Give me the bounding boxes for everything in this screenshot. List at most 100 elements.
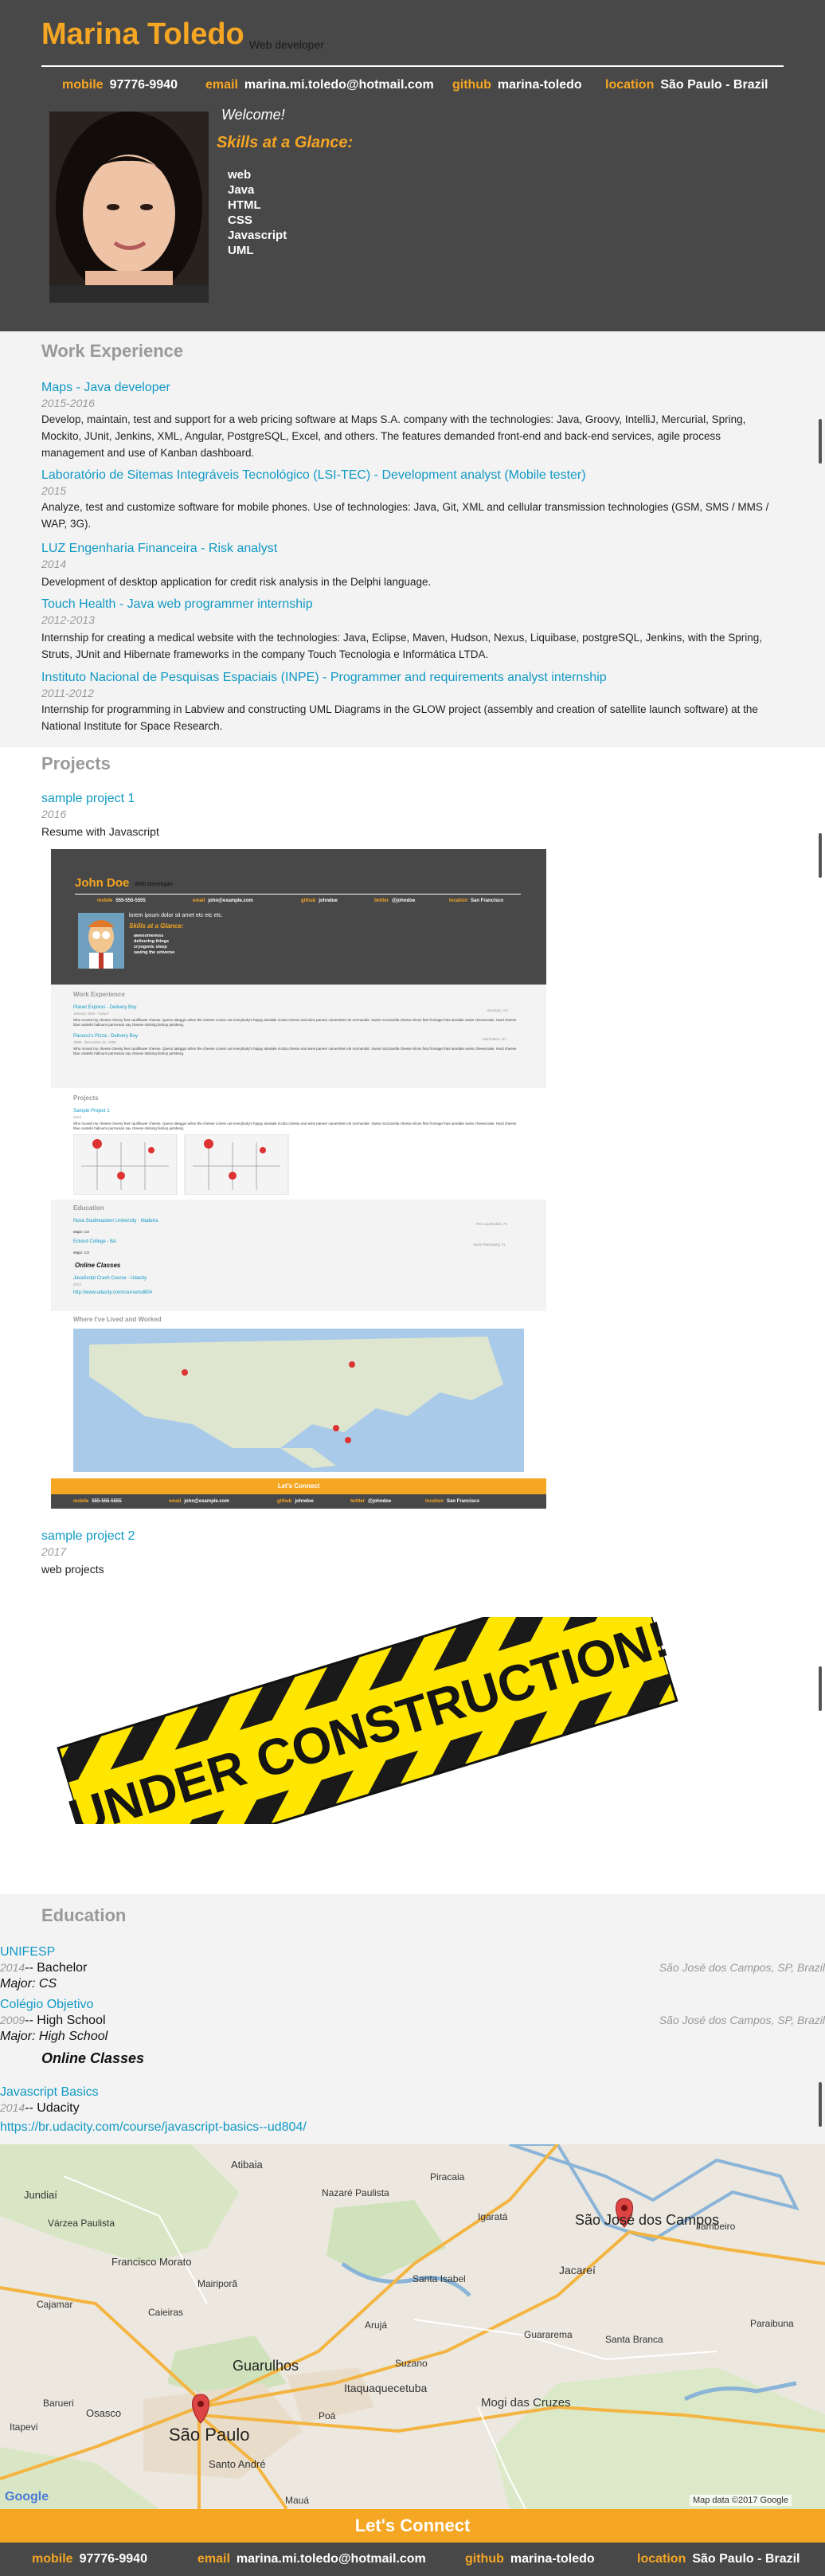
thumb-job-date: January 3000 - Future <box>73 1012 109 1016</box>
school-link[interactable]: UNIFESP <box>0 1945 55 1959</box>
skills-list: web Java HTML CSS Javascript UML <box>228 167 287 258</box>
thumb-role: Web Developer <box>135 882 174 887</box>
map-label-city: Itapevi <box>10 2421 38 2433</box>
lets-connect-bar: Let's Connect <box>0 2509 825 2543</box>
map-label-city: Santa Branca <box>605 2334 663 2345</box>
map-label-city: Atibaia <box>231 2159 263 2171</box>
lets-connect-title: Let's Connect <box>354 2515 471 2535</box>
thumb-text: Who moved my cheese cheesy feet cauliflo… <box>73 1018 517 1027</box>
work-experience-section: Work Experience Maps - Java developer 20… <box>0 331 825 747</box>
thumb-job: Panucci's Pizza - Delivery Boy <box>73 1034 138 1039</box>
skills-title: Skills at a Glance: <box>217 134 354 151</box>
map-label-city: Igaratá <box>478 2211 508 2222</box>
job-description: Internship for programming in Labview an… <box>41 703 758 732</box>
thumb-header: John Doe Web Developer mobile 555-555-555… <box>51 849 546 985</box>
section-title-work: Work Experience <box>41 341 184 361</box>
welcome-message: Welcome! <box>221 107 285 123</box>
github-value[interactable]: marina-toledo <box>498 78 582 92</box>
job-description: Development of desktop application for c… <box>41 576 432 588</box>
school-degree: 2014-- Bachelor <box>0 1961 87 1975</box>
thumb-school-loc: Saint Petersburg, FL <box>473 1243 506 1247</box>
job-description: Internship for creating a medical websit… <box>41 632 762 660</box>
skill-item: UML <box>228 244 254 257</box>
thumb-foot-contact: location San Francisco <box>425 1499 480 1504</box>
thumb-education: Education Nova Southeastern University -… <box>51 1200 546 1311</box>
map-label-city: Jacareí <box>559 2264 596 2277</box>
thumb-map-title: Where I've Lived and Worked <box>73 1316 162 1323</box>
school-location: São José dos Campos, SP, Brazil <box>659 1961 825 1974</box>
thumb-foot-contact: email john@example.com <box>169 1499 229 1504</box>
course-link[interactable]: Javascript Basics <box>0 2085 99 2100</box>
scroll-marker <box>819 833 822 878</box>
skill-item: web <box>228 168 252 182</box>
map-label-city: Paraibuna <box>750 2318 794 2329</box>
thumb-job-loc: Manhattan, NY <box>483 1037 507 1041</box>
thumb-text: Who moved my cheese cheesy feet cauliflo… <box>73 1122 517 1130</box>
google-logo: Google <box>5 2490 49 2504</box>
thumb-edu-title: Education <box>73 1204 104 1212</box>
job-description: Analyze, test and customize software for… <box>41 501 769 530</box>
location-value: São Paulo - Brazil <box>692 2552 800 2566</box>
owner-name: Marina Toledo <box>41 18 244 51</box>
map-label-city: Poá <box>319 2410 336 2421</box>
thumb-school: Eckerd College - BA <box>73 1239 117 1244</box>
job-date: 2011-2012 <box>41 687 94 699</box>
map-attribution[interactable]: Map data ©2017 Google <box>689 2495 792 2506</box>
job-title-link[interactable]: Maps - Java developer <box>41 381 170 395</box>
map-label-city: Mogi das Cruzes <box>481 2396 571 2410</box>
footer-contact-mobile: mobile 97776-9940 <box>32 2552 147 2566</box>
project-date: 2017 <box>41 1545 67 1558</box>
job-title-link[interactable]: Instituto Nacional de Pesquisas Espaciai… <box>41 671 607 685</box>
course-school: 2014-- Udacity <box>0 2101 80 2116</box>
thumb-project: Sample Project 1 <box>73 1109 110 1114</box>
map-label-sao-paulo: São Paulo <box>169 2425 250 2445</box>
thumb-avatar <box>78 913 124 969</box>
job-title-link[interactable]: Touch Health - Java web programmer inter… <box>41 597 313 612</box>
map-label-city: Piracaia <box>430 2171 465 2183</box>
thumb-map <box>73 1329 524 1472</box>
map-label-city: Barueri <box>43 2398 74 2409</box>
thumb-skill: delivering things <box>134 939 170 944</box>
education-section: Education UNIFESP São José dos Campos, S… <box>0 1894 825 2144</box>
thumb-job: Planet Express - Delivery Boy <box>73 1005 137 1010</box>
thumb-course: JavaScript Crash Course - Udacity <box>73 1276 147 1281</box>
job-description: Develop, maintain, test and support for … <box>41 413 746 459</box>
map-label-city: Cajamar <box>37 2299 73 2310</box>
map-label-city: Arujá <box>365 2320 388 2331</box>
map-label-city: Santo André <box>209 2458 266 2470</box>
project-title-link[interactable]: sample project 1 <box>41 792 135 806</box>
contact-mobile: mobile 97776-9940 <box>62 78 178 92</box>
map-label-city: Guararema <box>524 2329 573 2340</box>
school-link[interactable]: Colégio Objetivo <box>0 1998 93 2012</box>
job-title-link[interactable]: LUZ Engenharia Financeira - Risk analyst <box>41 542 277 556</box>
thumb-foot-contact: mobile 555-555-5555 <box>73 1499 122 1504</box>
skill-item: CSS <box>228 213 252 227</box>
thumb-major: Major: CS <box>73 1251 90 1255</box>
map-view[interactable]: São José dos Campos São Paulo Jundiaí At… <box>0 2144 825 2509</box>
thumb-course-year: 2014 <box>73 1282 82 1286</box>
map-label-city: Jundiaí <box>24 2189 57 2201</box>
school-year: 2014 <box>0 1961 25 1974</box>
section-title-projects: Projects <box>41 754 111 773</box>
skill-item: Java <box>228 183 255 197</box>
footer-contacts: mobile 97776-9940 email marina.mi.toledo@h… <box>32 2552 800 2571</box>
map-label-city: Guarulhos <box>233 2358 299 2374</box>
footer-contact-email: email marina.mi.toledo@hotmail.com <box>197 2552 426 2566</box>
email-value[interactable]: marina.mi.toledo@hotmail.com <box>244 78 434 92</box>
job-title-link[interactable]: Laboratório de Sitemas Integráveis Tecno… <box>41 468 586 483</box>
course-url-link[interactable]: https://br.udacity.com/course/javascript… <box>0 2120 307 2135</box>
email-value[interactable]: marina.mi.toledo@hotmail.com <box>237 2552 426 2566</box>
project-title-link[interactable]: sample project 2 <box>41 1529 135 1544</box>
mobile-value: 97776-9940 <box>109 78 178 92</box>
mobile-label: mobile <box>32 2552 73 2566</box>
map-label-city: Suzano <box>395 2358 428 2369</box>
school-degree-text: -- Bachelor <box>25 1961 88 1975</box>
mobile-value: 97776-9940 <box>79 2552 147 2566</box>
job-date: 2012-2013 <box>41 613 95 626</box>
project-1-screenshot[interactable]: John Doe Web Developer mobile 555-555-555… <box>51 849 546 1512</box>
github-value[interactable]: marina-toledo <box>510 2552 595 2566</box>
thumb-contact: location San Francisco <box>449 898 504 903</box>
project-description: web projects <box>41 1563 104 1576</box>
map-label-city: Várzea Paulista <box>48 2218 115 2229</box>
under-construction-banner[interactable]: UNDER CONSTRUCTION! <box>48 1569 685 1880</box>
